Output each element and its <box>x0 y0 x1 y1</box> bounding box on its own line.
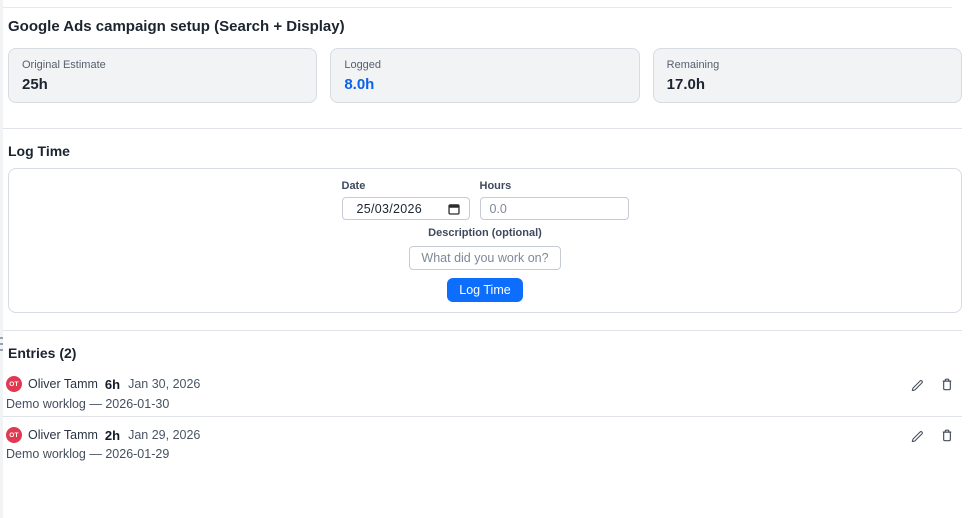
hours-input[interactable] <box>480 197 629 220</box>
calendar-icon[interactable] <box>448 203 460 215</box>
trash-icon <box>940 377 954 392</box>
log-time-form: Date 25/03/2026 Hours <box>9 169 961 302</box>
divider <box>0 330 962 331</box>
stat-card-logged: Logged 8.0h <box>330 48 639 103</box>
top-divider <box>0 7 952 8</box>
stat-value: 17.0h <box>667 76 948 93</box>
entry-hours: 6h <box>105 377 120 392</box>
stat-label: Remaining <box>667 59 948 72</box>
edit-entry-button[interactable] <box>909 376 924 392</box>
log-time-button[interactable]: Log Time <box>447 278 522 302</box>
delete-entry-button[interactable] <box>939 427 954 443</box>
log-time-heading: Log Time <box>8 144 962 158</box>
description-label: Description (optional) <box>428 228 542 239</box>
pencil-icon <box>910 428 924 442</box>
description-input[interactable] <box>409 246 561 270</box>
stat-label: Original Estimate <box>22 59 303 72</box>
divider <box>0 128 962 129</box>
stats-row: Original Estimate 25h Logged 8.0h Remain… <box>8 48 962 103</box>
stat-value: 8.0h <box>344 76 625 93</box>
stat-value: 25h <box>22 76 303 93</box>
left-edge-strip <box>0 0 3 518</box>
entry-author: Oliver Tamm <box>28 377 98 391</box>
hours-label: Hours <box>480 181 629 192</box>
worklog-entry: OT Oliver Tamm 2h Jan 29, 2026 <box>6 427 962 461</box>
entry-description: Demo worklog — 2026-01-30 <box>6 397 962 411</box>
entries-heading: Entries (2) <box>8 346 962 360</box>
stat-label: Logged <box>344 59 625 72</box>
entry-author: Oliver Tamm <box>28 428 98 442</box>
divider <box>0 416 962 417</box>
entry-hours: 2h <box>105 428 120 443</box>
edit-entry-button[interactable] <box>909 427 924 443</box>
entry-date: Jan 30, 2026 <box>128 377 200 391</box>
drag-handle-dots <box>0 337 3 354</box>
pencil-icon <box>910 377 924 391</box>
delete-entry-button[interactable] <box>939 376 954 392</box>
avatar: OT <box>6 376 22 392</box>
log-time-panel: Date 25/03/2026 Hours <box>8 168 962 313</box>
page-title: Google Ads campaign setup (Search + Disp… <box>8 19 962 34</box>
entry-description: Demo worklog — 2026-01-29 <box>6 447 962 461</box>
stat-card-original-estimate: Original Estimate 25h <box>8 48 317 103</box>
worklog-entry: OT Oliver Tamm 6h Jan 30, 2026 <box>6 376 962 411</box>
worklog-panel: Google Ads campaign setup (Search + Disp… <box>0 0 976 518</box>
avatar: OT <box>6 427 22 443</box>
date-label: Date <box>342 181 470 192</box>
date-value: 25/03/2026 <box>357 202 423 216</box>
entry-date: Jan 29, 2026 <box>128 428 200 442</box>
date-input[interactable]: 25/03/2026 <box>342 197 470 220</box>
stat-card-remaining: Remaining 17.0h <box>653 48 962 103</box>
trash-icon <box>940 428 954 443</box>
